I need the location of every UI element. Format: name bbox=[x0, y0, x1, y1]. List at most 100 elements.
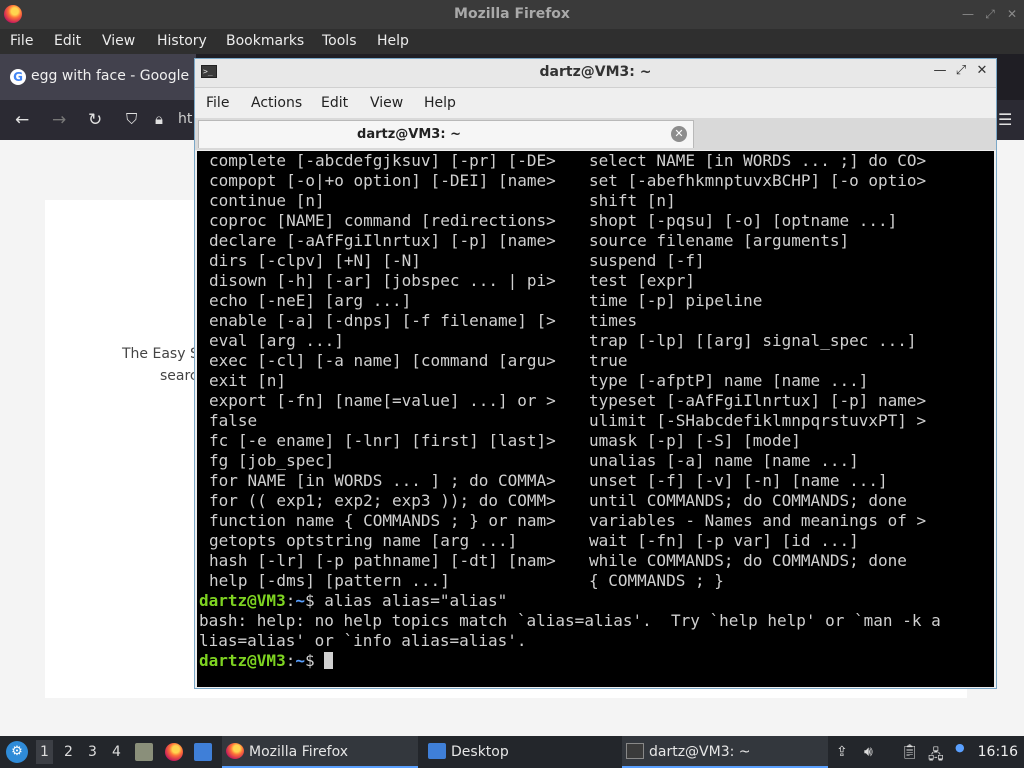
help-entry-left: getopts optstring name [arg ...] bbox=[209, 531, 518, 550]
help-entry-right: variables - Names and meanings of > bbox=[589, 511, 927, 530]
reload-icon[interactable]: ↻ bbox=[88, 110, 102, 130]
desktop-launcher-icon[interactable] bbox=[194, 743, 212, 761]
menu-help[interactable]: Help bbox=[377, 33, 409, 49]
prompt-user: dartz@VM3 bbox=[199, 591, 286, 610]
task-terminal[interactable]: dartz@VM3: ~ bbox=[622, 736, 828, 768]
terminal-output[interactable]: complete [-abcdefgjksuv] [-pr] [-DE> sele… bbox=[197, 151, 994, 687]
help-entry-left: false bbox=[209, 411, 258, 430]
workspace-3[interactable]: 3 bbox=[88, 744, 97, 760]
help-entry-left: declare [-aAfFgiIlnrtux] [-p] [name> bbox=[209, 231, 556, 250]
notification-icon[interactable]: ● bbox=[955, 741, 965, 754]
workspace-4[interactable]: 4 bbox=[112, 744, 121, 760]
firefox-titlebar: Mozilla Firefox — ⤢ ✕ bbox=[0, 0, 1024, 29]
help-entry-right: source filename [arguments] bbox=[589, 231, 850, 250]
maximize-icon[interactable]: ⤢ bbox=[982, 6, 998, 22]
help-entry-right: times bbox=[589, 311, 638, 330]
help-row: for NAME [in WORDS ... ] ; do COMMA> unse… bbox=[197, 471, 994, 491]
network-icon[interactable]: 🖧 bbox=[928, 744, 944, 768]
file-manager-icon[interactable] bbox=[135, 743, 153, 761]
task-terminal-label: dartz@VM3: ~ bbox=[649, 744, 751, 760]
help-row: export [-fn] [name[=value] ...] or > type… bbox=[197, 391, 994, 411]
terminal-menu-help[interactable]: Help bbox=[424, 95, 456, 111]
hamburger-menu-icon[interactable]: ☰ bbox=[998, 110, 1012, 129]
volume-icon[interactable]: 🔊︎ bbox=[864, 744, 873, 760]
help-entry-right: unalias [-a] name [name ...] bbox=[589, 451, 859, 470]
tab-close-icon[interactable]: ✕ bbox=[671, 126, 687, 142]
help-row: function name { COMMANDS ; } or nam> vari… bbox=[197, 511, 994, 531]
menu-history[interactable]: History bbox=[157, 33, 207, 49]
help-row: disown [-h] [-ar] [jobspec ... | pi> test… bbox=[197, 271, 994, 291]
menu-edit[interactable]: Edit bbox=[54, 33, 81, 49]
help-entry-right: type [-afptP] name [name ...] bbox=[589, 371, 869, 390]
upload-icon[interactable]: ⇪ bbox=[836, 744, 848, 760]
prompt-path: ~ bbox=[295, 651, 305, 670]
help-entry-right: trap [-lp] [[arg] signal_spec ...] bbox=[589, 331, 917, 350]
firefox-launcher-icon[interactable] bbox=[165, 743, 183, 761]
close-icon[interactable]: ✕ bbox=[974, 63, 990, 78]
prompt-symbol: $ bbox=[304, 591, 315, 610]
help-row: enable [-a] [-dnps] [-f filename] [> time… bbox=[197, 311, 994, 331]
forward-icon[interactable]: → bbox=[52, 110, 66, 130]
help-entry-right: select NAME [in WORDS ... ;] do CO> bbox=[589, 151, 927, 170]
prompt-line: dartz@VM3:~$ bbox=[199, 651, 334, 671]
folder-icon bbox=[428, 743, 446, 759]
help-entry-left: echo [-neE] [arg ...] bbox=[209, 291, 412, 310]
help-entry-right: { COMMANDS ; } bbox=[589, 571, 724, 590]
help-row: fg [job_spec] unalias [-a] name [name ...… bbox=[197, 451, 994, 471]
help-entry-right: true bbox=[589, 351, 628, 370]
help-entry-left: exit [n] bbox=[209, 371, 287, 390]
terminal-menu-actions[interactable]: Actions bbox=[251, 95, 302, 111]
menu-bookmarks[interactable]: Bookmarks bbox=[226, 33, 304, 49]
help-entry-left: coproc [NAME] command [redirections> bbox=[209, 211, 556, 230]
firefox-menubar: File Edit View History Bookmarks Tools H… bbox=[0, 29, 1024, 54]
help-entry-left: fc [-e ename] [-lnr] [first] [last]> bbox=[209, 431, 556, 450]
task-firefox-label: Mozilla Firefox bbox=[249, 744, 349, 760]
help-entry-left: dirs [-clpv] [+N] [-N] bbox=[209, 251, 421, 270]
workspace-1[interactable]: 1 bbox=[36, 740, 53, 764]
shield-icon[interactable]: ⛉ bbox=[126, 110, 137, 128]
prompt-user: dartz@VM3 bbox=[199, 651, 286, 670]
minimize-icon[interactable]: — bbox=[932, 63, 948, 78]
menu-tools[interactable]: Tools bbox=[322, 33, 357, 49]
terminal-tab[interactable]: dartz@VM3: ~ ✕ bbox=[198, 120, 694, 148]
help-entry-left: export [-fn] [name[=value] ...] or > bbox=[209, 391, 556, 410]
google-icon: G bbox=[10, 69, 26, 85]
firefox-tab-title: egg with face - Google S bbox=[31, 68, 196, 84]
help-entry-right: shift [n] bbox=[589, 191, 676, 210]
terminal-tabbar: dartz@VM3: ~ ✕ bbox=[195, 118, 996, 150]
menu-file[interactable]: File bbox=[10, 33, 33, 49]
help-entry-right: unset [-f] [-v] [-n] [name ...] bbox=[589, 471, 888, 490]
close-icon[interactable]: ✕ bbox=[1004, 6, 1020, 22]
terminal-menu-view[interactable]: View bbox=[370, 95, 403, 111]
menu-view[interactable]: View bbox=[102, 33, 135, 49]
minimize-icon[interactable]: — bbox=[960, 6, 976, 22]
prompt-colon: : bbox=[285, 591, 296, 610]
clipboard-icon[interactable]: 📋︎ bbox=[901, 744, 919, 760]
help-row: help [-dms] [pattern ...] { COMMANDS ; } bbox=[197, 571, 994, 591]
workspace-2[interactable]: 2 bbox=[64, 744, 73, 760]
prompt-colon: : bbox=[285, 651, 296, 670]
help-entry-left: exec [-cl] [-a name] [command [argu> bbox=[209, 351, 556, 370]
terminal-menu-edit[interactable]: Edit bbox=[321, 95, 348, 111]
firefox-window-title: Mozilla Firefox bbox=[454, 6, 570, 22]
task-desktop[interactable]: Desktop bbox=[424, 736, 620, 768]
url-bar[interactable]: ht bbox=[178, 111, 192, 127]
help-entry-left: help [-dms] [pattern ...] bbox=[209, 571, 450, 590]
lock-icon[interactable]: 🔒︎ bbox=[155, 110, 163, 128]
terminal-window[interactable]: >_ dartz@VM3: ~ — ⤢ ✕ File Actions Edit … bbox=[194, 58, 997, 689]
task-firefox[interactable]: Mozilla Firefox bbox=[222, 736, 418, 768]
back-icon[interactable]: ← bbox=[15, 110, 29, 130]
prompt-path: ~ bbox=[295, 591, 305, 610]
help-row: eval [arg ...] trap [-lp] [[arg] signal_s… bbox=[197, 331, 994, 351]
help-row: fc [-e ename] [-lnr] [first] [last]> umas… bbox=[197, 431, 994, 451]
start-menu-icon[interactable]: ⚙ bbox=[6, 741, 28, 763]
help-entry-right: until COMMANDS; do COMMANDS; done bbox=[589, 491, 907, 510]
maximize-icon[interactable]: ⤢ bbox=[953, 63, 969, 78]
terminal-menu-file[interactable]: File bbox=[206, 95, 229, 111]
terminal-icon bbox=[626, 743, 644, 759]
help-entry-left: enable [-a] [-dnps] [-f filename] [> bbox=[209, 311, 556, 330]
firefox-tab[interactable]: G egg with face - Google S bbox=[0, 54, 196, 100]
firefox-icon bbox=[226, 743, 244, 759]
terminal-titlebar[interactable]: >_ dartz@VM3: ~ — ⤢ ✕ bbox=[195, 59, 996, 88]
help-entry-left: disown [-h] [-ar] [jobspec ... | pi> bbox=[209, 271, 556, 290]
